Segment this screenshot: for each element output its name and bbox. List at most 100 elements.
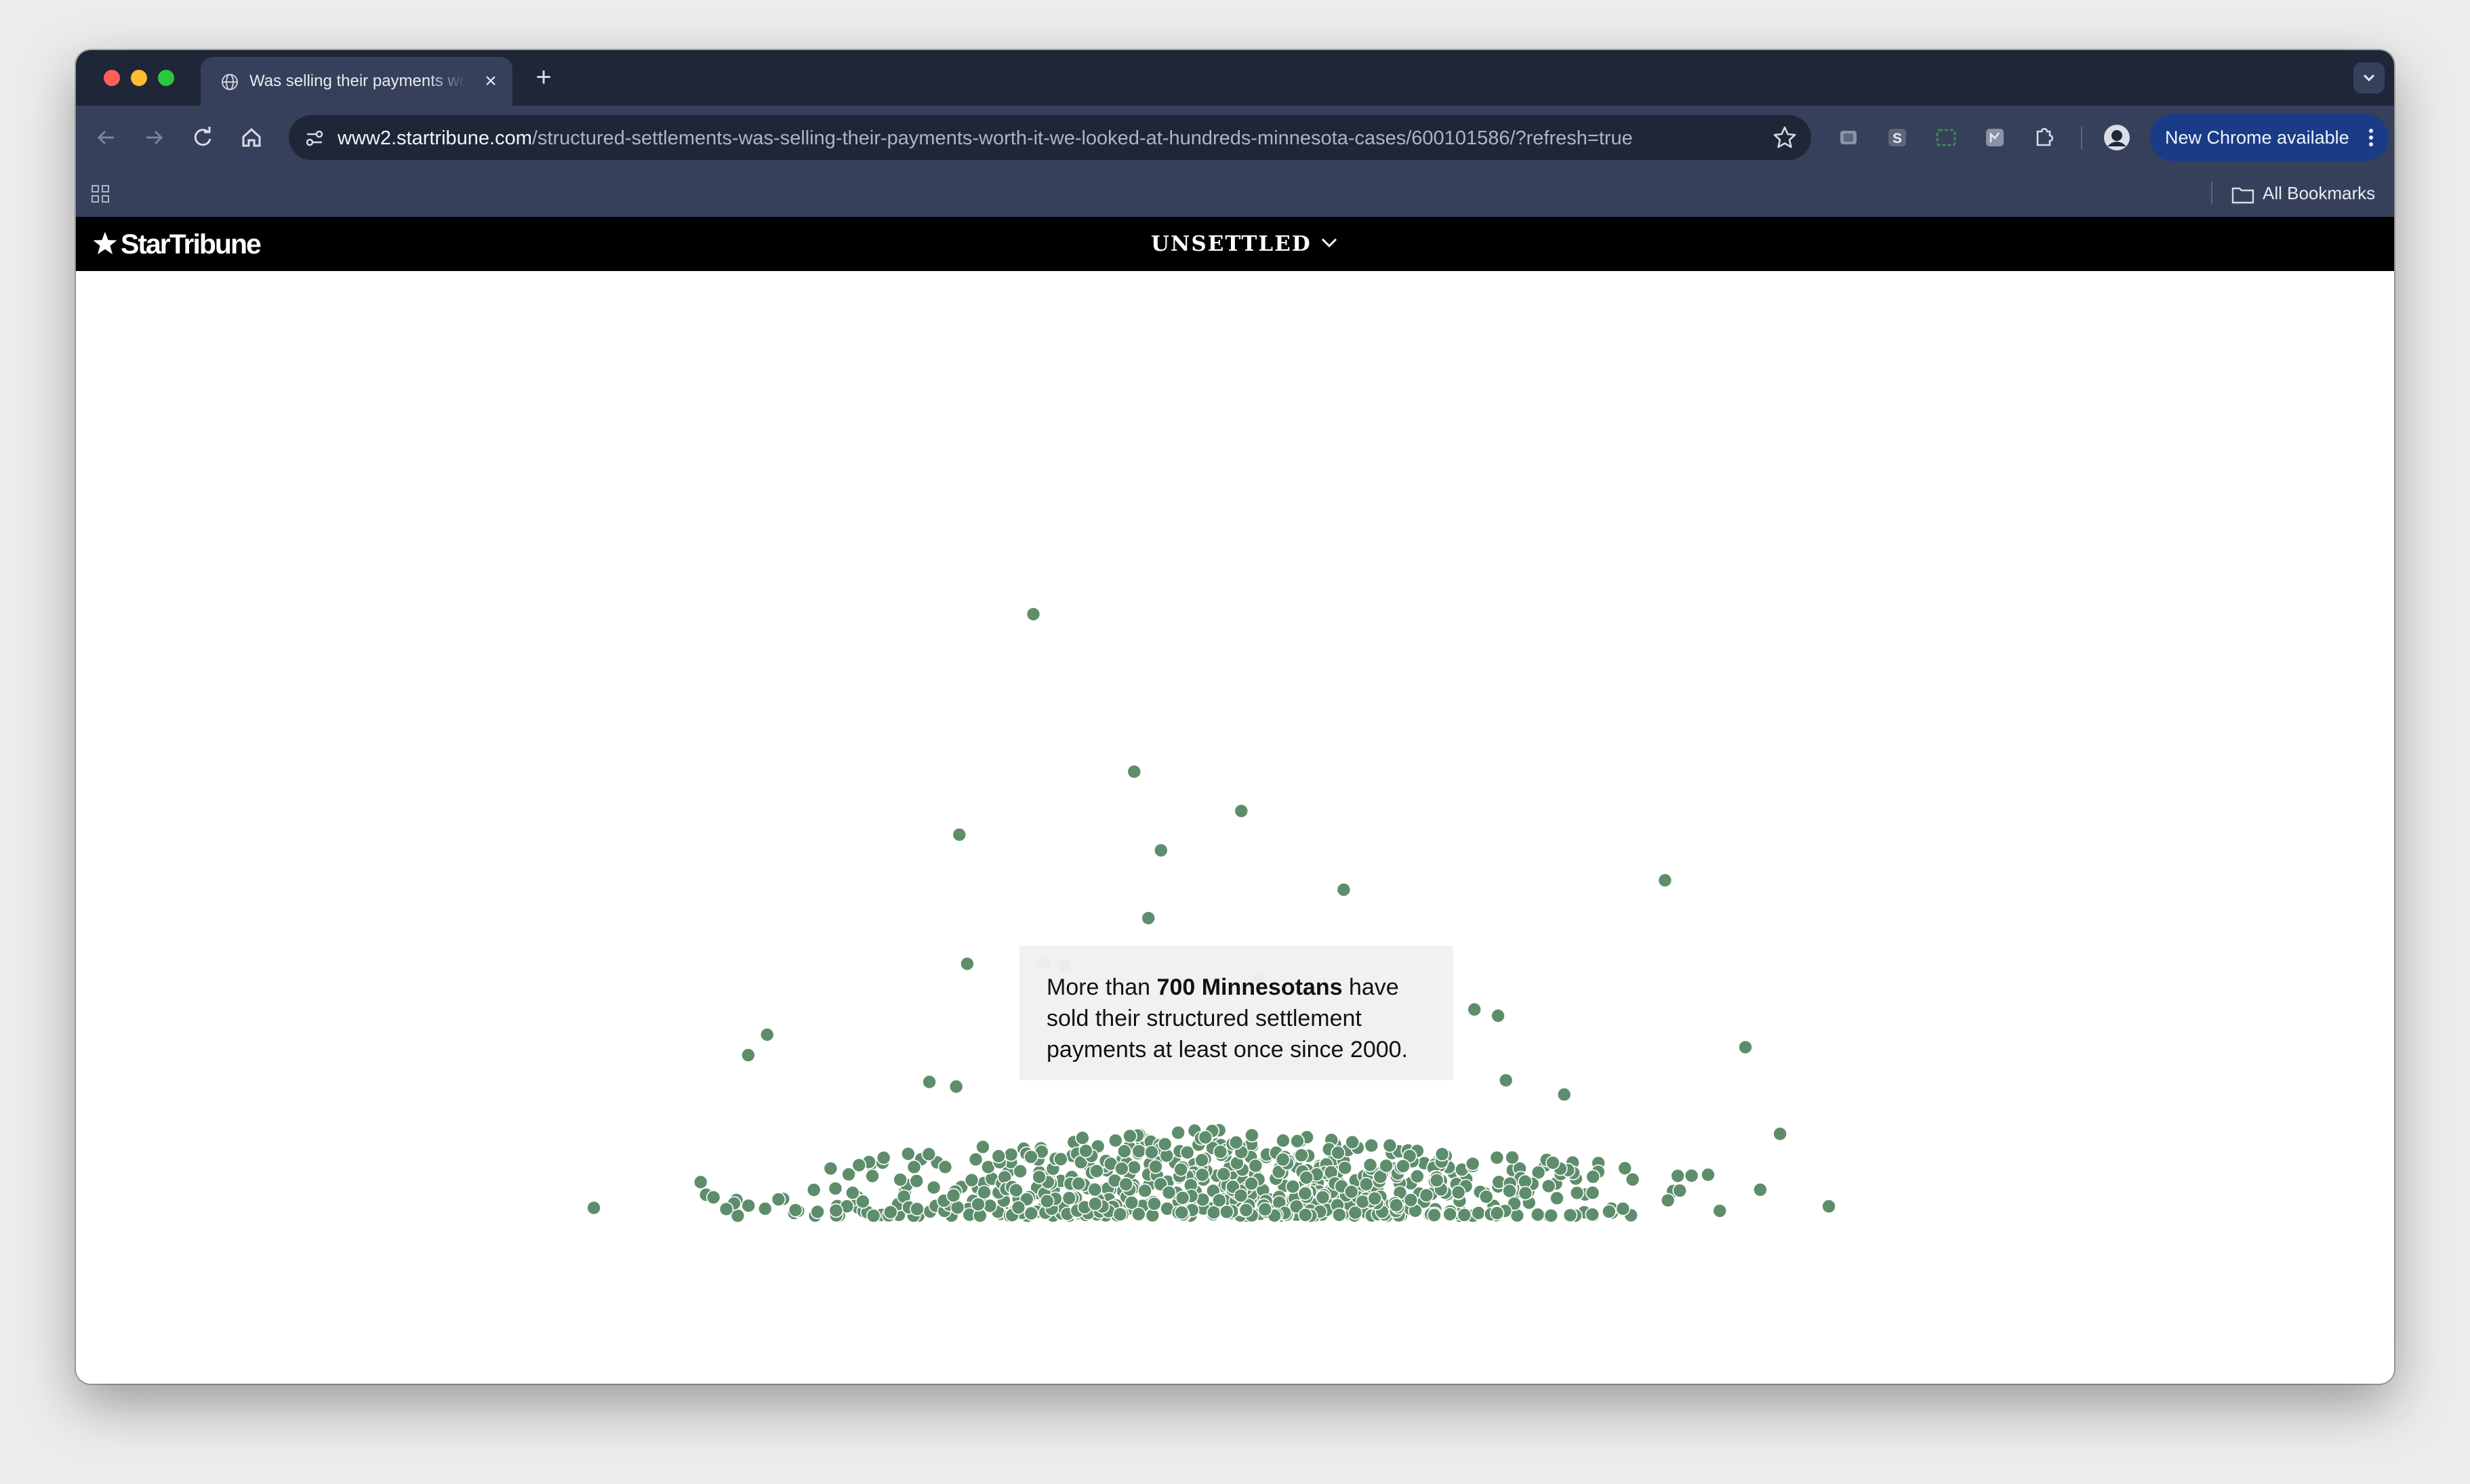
all-bookmarks-button[interactable]: All Bookmarks: [2231, 180, 2375, 206]
data-point: [1071, 1176, 1087, 1191]
data-point: [1131, 1144, 1147, 1159]
data-point: [1465, 1156, 1480, 1172]
data-point: [1127, 1159, 1141, 1175]
globe-icon: [222, 74, 238, 90]
tab-strip: Was selling their payments worth it? We …: [76, 50, 2394, 106]
data-point-outlier: [1498, 1073, 1514, 1088]
data-point: [828, 1203, 844, 1218]
chevron-down-icon: [2363, 74, 2375, 82]
reload-icon[interactable]: [186, 121, 220, 154]
bookmark-star-icon[interactable]: [1772, 125, 1798, 150]
new-tab-button[interactable]: +: [530, 64, 557, 91]
data-point: [1345, 1134, 1360, 1150]
screenshot-extension-icon[interactable]: [1929, 121, 1963, 154]
data-point: [1518, 1186, 1533, 1201]
data-point: [1147, 1196, 1162, 1212]
data-point: [946, 1188, 961, 1203]
data-point: [1541, 1178, 1556, 1194]
extensions-icon[interactable]: [2027, 121, 2061, 154]
data-point: [1173, 1162, 1188, 1177]
data-point: [771, 1192, 786, 1207]
tab-search-button[interactable]: [2353, 62, 2385, 94]
browser-tab-active[interactable]: Was selling their payments worth it? We …: [201, 57, 512, 106]
data-point: [1171, 1125, 1186, 1140]
data-point: [901, 1147, 916, 1161]
s-extension-icon[interactable]: S: [1880, 121, 1914, 154]
home-icon[interactable]: [235, 121, 268, 154]
data-point: [1175, 1191, 1190, 1205]
data-point: [1228, 1135, 1244, 1150]
beeswarm-chart: [586, 606, 1836, 1223]
data-point-outlier: [1738, 1039, 1753, 1055]
data-point: [1290, 1134, 1305, 1149]
data-point: [1117, 1144, 1132, 1159]
data-point: [1114, 1161, 1129, 1176]
data-point-outlier: [1773, 1126, 1787, 1142]
data-point-outlier: [1467, 1002, 1482, 1017]
data-point: [1233, 1188, 1249, 1203]
data-point: [823, 1161, 838, 1176]
window-maximize-button[interactable]: [158, 70, 174, 86]
data-point: [971, 1197, 986, 1212]
data-point: [1543, 1208, 1559, 1223]
data-point: [788, 1203, 803, 1218]
data-point-outlier: [922, 1074, 937, 1090]
data-point: [1216, 1166, 1232, 1182]
data-point: [926, 1180, 942, 1195]
data-point-outlier: [1821, 1199, 1836, 1214]
data-point: [1585, 1185, 1600, 1200]
data-point: [1053, 1151, 1068, 1167]
data-point-outlier: [948, 1079, 964, 1094]
data-point: [1562, 1208, 1578, 1223]
data-point: [1701, 1167, 1716, 1182]
data-point: [828, 1181, 843, 1196]
data-point: [1382, 1138, 1398, 1153]
address-bar[interactable]: www2.startribune.com/structured-settleme…: [289, 115, 1811, 160]
window-close-button[interactable]: [104, 70, 120, 86]
bookmarks-divider: [2211, 182, 2212, 205]
data-point: [866, 1208, 881, 1223]
data-point: [1670, 1168, 1685, 1184]
data-point: [1161, 1185, 1177, 1200]
data-point: [1257, 1201, 1273, 1217]
forward-arrow-icon[interactable]: [137, 121, 171, 154]
data-point: [1179, 1145, 1195, 1160]
data-point: [1410, 1169, 1425, 1184]
url-text[interactable]: www2.startribune.com/structured-settleme…: [338, 126, 1633, 150]
browser-window: Was selling their payments worth it? We …: [76, 50, 2394, 1384]
window-minimize-button[interactable]: [131, 70, 147, 86]
data-point: [1032, 1170, 1047, 1184]
data-point: [1087, 1182, 1102, 1197]
data-point: [1617, 1161, 1632, 1176]
data-point: [1585, 1207, 1600, 1222]
data-point: [1294, 1148, 1309, 1163]
data-point: [1174, 1205, 1190, 1220]
extension-puzzle-icon[interactable]: [1831, 121, 1865, 154]
data-point-outlier: [1491, 1008, 1505, 1023]
profile-avatar-icon[interactable]: [2100, 121, 2134, 154]
apps-grid-icon[interactable]: [89, 183, 111, 205]
data-point: [806, 1182, 822, 1197]
tab-close-icon[interactable]: ×: [481, 71, 500, 91]
data-point-outlier: [741, 1048, 756, 1063]
new-chrome-available-button[interactable]: New Chrome available: [2150, 114, 2389, 161]
data-point: [1545, 1155, 1560, 1170]
data-point: [1112, 1207, 1128, 1222]
back-arrow-icon[interactable]: [89, 121, 123, 154]
data-point: [876, 1150, 891, 1166]
data-point: [1195, 1167, 1210, 1182]
data-point: [1427, 1208, 1442, 1222]
grid-extension-icon[interactable]: [1978, 121, 2012, 154]
data-point: [810, 1204, 825, 1220]
data-point: [1585, 1169, 1600, 1184]
site-settings-icon[interactable]: [304, 127, 325, 149]
data-point: [1569, 1185, 1585, 1201]
data-point: [1331, 1145, 1345, 1160]
data-point: [741, 1198, 756, 1214]
data-point: [964, 1172, 979, 1188]
data-point: [1367, 1191, 1382, 1206]
data-point: [1078, 1143, 1093, 1159]
data-point: [1753, 1182, 1768, 1197]
page-content: StarTribune UNSETTLED More than 700 Minn…: [76, 217, 2394, 1384]
data-point-outlier: [1154, 843, 1169, 858]
